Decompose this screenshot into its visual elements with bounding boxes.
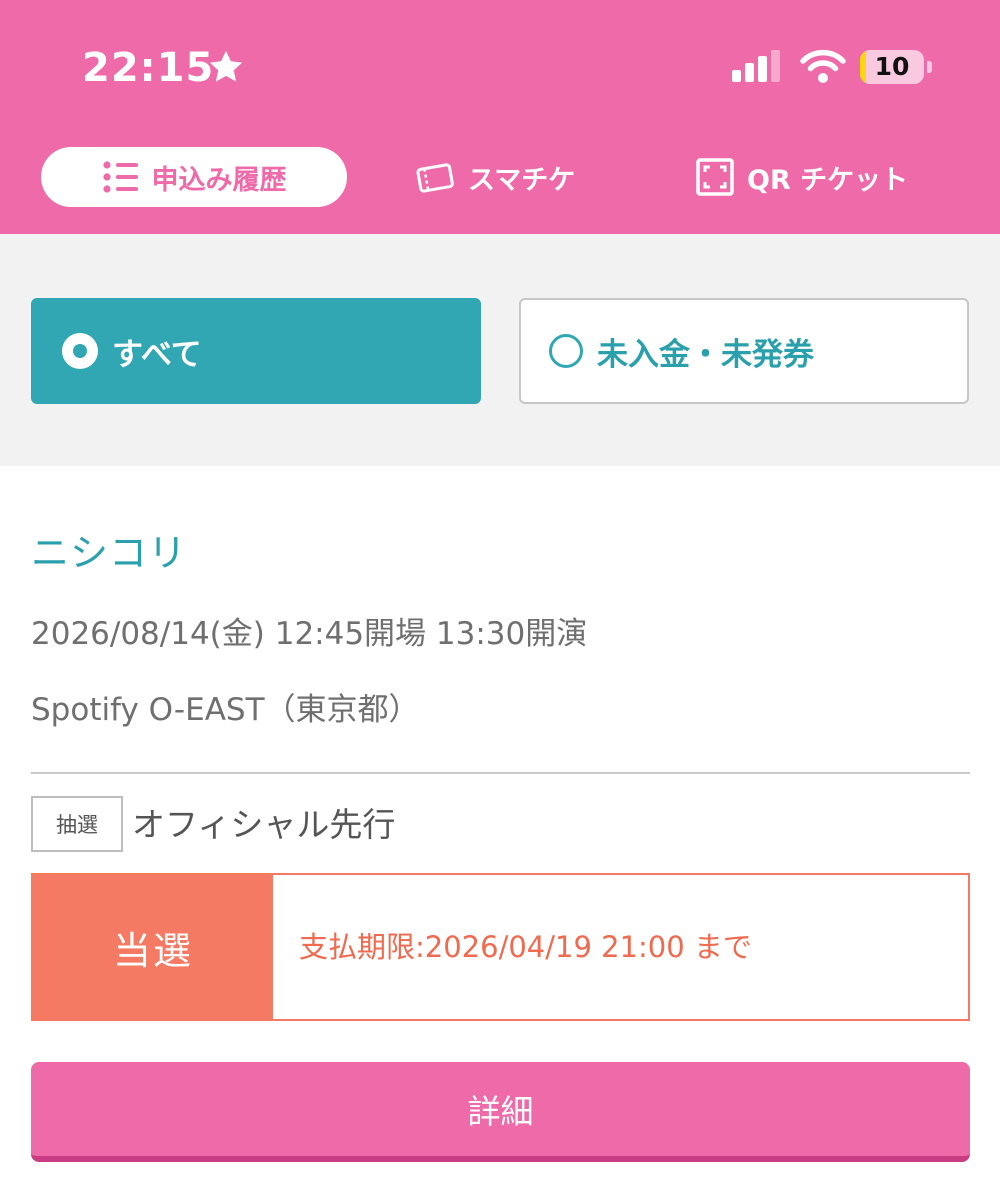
wifi-icon [800,49,846,83]
sale-type: オフィシャル先行 [132,805,396,844]
filter-area: すべて 未入金・未発券 [0,234,1000,466]
tab-label: QR チケット [747,164,909,196]
signal-icon [732,50,780,82]
list-icon [102,161,138,193]
tab-label: スマチケ [468,164,576,196]
battery-icon: 10 [860,50,932,84]
tab-label: 申込み履歴 [151,164,287,196]
tab-smart-ticket[interactable]: スマチケ [414,147,614,207]
tab-application-history[interactable]: 申込み履歴 [41,147,347,207]
app-header: 22:15 10 申込み履歴 スマチケ QR チケット [0,0,1000,234]
lottery-result-box: 当選 支払期限:2026/04/19 21:00 まで [31,873,970,1021]
event-title: ニシコリ [31,531,188,575]
result-status-label: 当選 [33,875,273,1019]
ticket-icon [416,163,454,193]
radio-unselected-icon [549,334,583,368]
battery-level: 10 [874,52,910,81]
divider [31,772,970,774]
tab-qr-ticket[interactable]: QR チケット [695,147,935,207]
filter-all-button[interactable]: すべて [31,298,481,404]
filter-all-label: すべて [112,336,202,373]
filter-unpaid-label: 未入金・未発券 [597,336,814,373]
filter-unpaid-button[interactable]: 未入金・未発券 [519,298,969,404]
status-time: 22:15 [82,45,215,91]
star-icon [209,50,243,82]
lottery-badge: 抽選 [31,796,123,852]
radio-selected-icon [62,333,98,369]
qr-scan-icon [696,158,734,196]
event-datetime: 2026/08/14(金) 12:45開場 13:30開演 [31,616,588,652]
event-venue: Spotify O-EAST（東京都） [31,692,420,728]
payment-deadline: 支払期限:2026/04/19 21:00 まで [299,930,752,964]
detail-button[interactable]: 詳細 [31,1062,970,1162]
